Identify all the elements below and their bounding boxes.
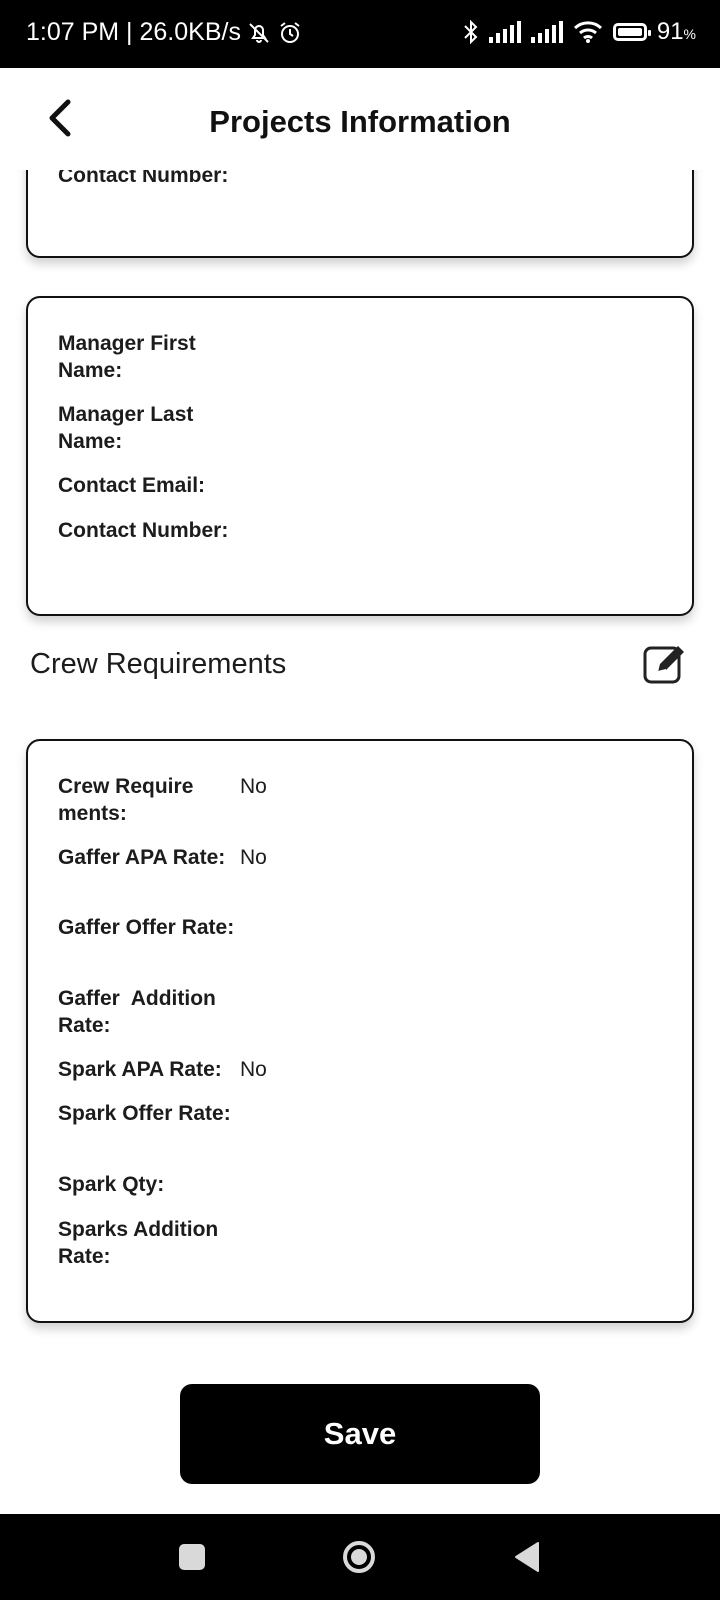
spark-offer-rate-label: Spark Offer Rate: [58,1102,231,1125]
field-row: Crew Require ments: No [58,773,267,827]
field-row: Gaffer Offer Rate: [58,914,240,941]
section-title: Crew Requirements [30,648,287,680]
battery-percent-symbol: % [683,26,696,42]
field-row: Contact Email: [58,472,318,499]
gaffer-addition-rate-label: Gaffer Addition Rate: [58,987,222,1037]
sparks-addition-rate-label: Sparks Addition Rate: [58,1218,219,1268]
mute-bell-icon [249,22,269,43]
field-row: Manager Last Name: [58,401,240,455]
field-row: Gaffer Addition Rate: [58,985,240,1039]
field-row: Spark APA Rate: No [58,1056,267,1083]
field-row: Contact Number: [58,517,240,544]
contact-email-label: Contact Email: [58,474,206,497]
battery-percent: 91% [656,18,696,45]
spark-apa-rate-value: No [240,1058,267,1081]
status-bar: 1:07 PM | 26.0KB/s 91% [0,0,720,68]
contact-card: Contact Number: [26,170,694,258]
field-row: Spark Offer Rate: [58,1100,240,1127]
wifi-icon [573,21,602,43]
alarm-icon [280,21,300,43]
field-row: Gaffer APA Rate: No [58,844,267,871]
manager-first-name-label: Manager First Name: [58,332,196,382]
back-triangle-icon[interactable] [512,1540,542,1574]
gaffer-apa-rate-label: Gaffer APA Rate: [58,846,226,869]
field-row: Contact Number: [58,170,240,189]
status-left: 1:07 PM | 26.0KB/s [26,18,303,47]
crew-requirements-label: Crew Require ments: [58,775,194,825]
field-row: Spark Qty: [58,1171,240,1198]
spark-qty-label: Spark Qty: [58,1173,165,1196]
spark-apa-rate-label: Spark APA Rate: [58,1058,222,1081]
battery-icon [612,23,651,41]
edit-button[interactable] [642,642,690,686]
edit-icon [643,646,684,684]
nav-bar [0,1514,720,1600]
crew-requirements-value: No [240,775,267,798]
gaffer-apa-rate-value: No [240,846,267,869]
page-title: Projects Information [209,104,511,139]
field-row: Manager First Name: [58,330,240,384]
bluetooth-icon [464,19,478,45]
signal-icon [530,21,563,43]
contact-number-label: Contact Number: [58,519,229,542]
signal-icon [488,21,521,43]
manager-card: Manager First Name: Manager Last Name: C… [26,296,694,616]
save-button[interactable]: Save [180,1384,540,1484]
scroll-content[interactable]: Contact Number: Manager First Name: Mana… [0,170,720,1514]
home-circle-icon[interactable] [342,1540,376,1574]
field-row: Sparks Addition Rate: [58,1216,240,1270]
manager-last-name-label: Manager Last Name: [58,403,194,453]
recents-square-icon[interactable] [179,1544,205,1570]
gaffer-offer-rate-label: Gaffer Offer Rate: [58,916,235,939]
contact-number-label: Contact Number: [58,170,229,187]
status-time-speed: 1:07 PM | 26.0KB/s [26,18,241,46]
status-right: 91% [463,18,696,46]
app-bar: Projects Information [0,68,720,170]
crew-requirements-card: Crew Require ments: No Gaffer APA Rate: … [26,739,694,1323]
